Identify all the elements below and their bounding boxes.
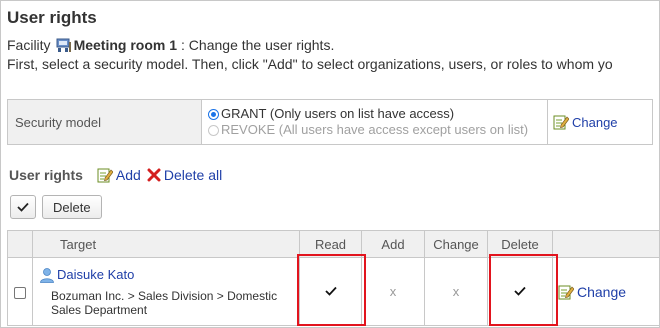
row-change-link[interactable]: Change — [558, 284, 626, 300]
header-checkbox-cell — [7, 230, 33, 258]
rights-toolbar: Delete — [10, 195, 102, 219]
row-change-label: Change — [577, 283, 627, 300]
delete-button[interactable]: Delete — [42, 195, 102, 219]
security-model-options: GRANT (Only users on list have access) R… — [201, 99, 548, 145]
delete-all-label: Delete all — [163, 167, 223, 183]
security-model-change-link[interactable]: Change — [553, 115, 618, 130]
user-rights-table: Target Read Add Change Delete Daisuke Ka… — [7, 230, 659, 326]
page-title: User rights — [7, 8, 97, 27]
read-check-icon — [324, 286, 337, 296]
user-line: Daisuke Kato — [39, 267, 299, 283]
facility-name: Meeting room 1 — [73, 37, 178, 53]
revoke-label: REVOKE (All users have access except use… — [221, 122, 529, 137]
instruction-text: First, select a security model. Then, cl… — [7, 56, 613, 72]
column-change: Change — [424, 230, 488, 258]
column-add: Add — [361, 230, 425, 258]
organization-path: Bozuman Inc. > Sales Division > Domestic… — [51, 288, 278, 317]
read-permission-cell — [299, 257, 362, 326]
table-header-row: Target Read Add Change Delete — [7, 230, 659, 258]
revoke-option: REVOKE (All users have access except use… — [208, 122, 547, 138]
revoke-radio — [208, 124, 219, 136]
add-permission-cell: x — [361, 257, 425, 326]
check-icon — [17, 202, 29, 212]
check-all-button[interactable] — [10, 195, 36, 219]
grant-label: GRANT (Only users on list have access) — [221, 106, 455, 121]
user-rights-header: User rights Add Delete all — [9, 165, 228, 185]
security-model-table: Security model GRANT (Only users on list… — [7, 99, 653, 145]
grant-radio[interactable] — [208, 108, 219, 120]
facility-suffix: : Change the user rights. — [181, 37, 335, 53]
table-row: Daisuke Kato Bozuman Inc. > Sales Divisi… — [7, 257, 659, 326]
column-delete: Delete — [487, 230, 553, 258]
security-change-cell: Change — [547, 99, 653, 145]
delete-all-link[interactable]: Delete all — [147, 167, 222, 183]
row-checkbox-cell — [7, 257, 33, 326]
edit-icon — [97, 168, 113, 183]
facility-icon — [56, 38, 71, 52]
change-permission-cell: x — [424, 257, 488, 326]
grant-option[interactable]: GRANT (Only users on list have access) — [208, 106, 547, 122]
column-target: Target — [32, 230, 300, 258]
delete-permission-cell — [487, 257, 553, 326]
facility-line: Facility Meeting room 1 : Change the use… — [7, 37, 334, 53]
row-change-cell: Change — [552, 257, 659, 326]
page-frame: User rights Facility Meeting room 1 : Ch… — [0, 0, 660, 328]
column-read: Read — [299, 230, 362, 258]
edit-icon — [553, 115, 569, 130]
add-link-label: Add — [115, 167, 141, 183]
facility-prefix: Facility — [7, 37, 51, 53]
security-change-label: Change — [572, 115, 618, 130]
delete-x-icon — [147, 168, 161, 182]
add-link[interactable]: Add — [97, 167, 141, 183]
security-model-label: Security model — [7, 99, 202, 145]
row-checkbox[interactable] — [14, 286, 26, 299]
user-icon — [40, 267, 54, 283]
delete-check-icon — [514, 286, 526, 296]
user-name-link[interactable]: Daisuke Kato — [57, 267, 134, 282]
target-cell: Daisuke Kato Bozuman Inc. > Sales Divisi… — [32, 257, 300, 326]
edit-icon — [558, 285, 574, 299]
column-actions — [552, 230, 659, 258]
user-rights-title: User rights — [9, 167, 83, 183]
